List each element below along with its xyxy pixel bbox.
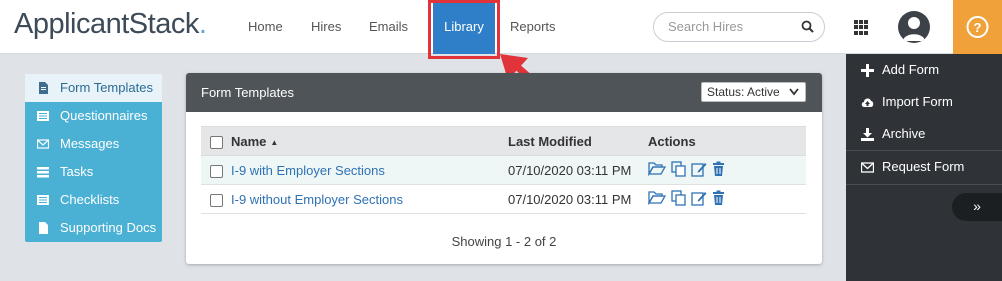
tasks-icon [37,167,49,178]
plus-icon [861,64,874,77]
trash-icon[interactable] [712,161,725,179]
select-all-checkbox[interactable] [209,135,223,149]
chevron-down-icon [789,88,799,96]
search-icon[interactable] [801,20,814,36]
trash-icon[interactable] [712,190,725,208]
archive-button[interactable]: Archive [846,118,1002,150]
template-link[interactable]: I-9 without Employer Sections [231,192,403,207]
nav-home[interactable]: Home [248,0,283,54]
import-form-button[interactable]: Import Form [846,86,1002,118]
pagination-summary: Showing 1 - 2 of 2 [451,234,557,249]
panel-header: Form Templates Status: Active [186,73,822,112]
app-logo[interactable]: ApplicantStack. [14,8,207,41]
sidebar-item-label: Supporting Docs [60,220,157,235]
sidebar-item-supporting-docs[interactable]: Supporting Docs [25,214,162,242]
sidebar-item-label: Questionnaires [60,108,148,123]
checklist-icon [37,195,49,205]
nav-emails[interactable]: Emails [369,0,408,54]
search-box [653,12,825,42]
row-actions [647,184,806,214]
library-sidebar: Form Templates Questionnaires Messages T… [25,74,162,242]
table-row: I-9 without Employer Sections 07/10/2020… [201,184,806,214]
sidebar-item-label: Form Templates [60,80,153,95]
open-folder-icon[interactable] [647,161,667,179]
templates-table: Name ▲ Last Modified Actions I-9 with Emp… [201,126,806,214]
edit-icon[interactable] [691,161,707,180]
search-input[interactable] [668,19,798,34]
column-header-modified[interactable]: Last Modified [508,126,648,156]
modified-date: 07/10/2020 03:11 PM [508,184,648,214]
select-all-cell [201,126,231,156]
user-avatar[interactable] [898,11,930,43]
status-filter-value: Status: Active [707,85,780,99]
envelope-icon [37,139,49,149]
row-actions [647,155,806,185]
nav-reports[interactable]: Reports [510,0,556,54]
actions-sidebar: Add Form Import Form Archive Request For… [846,54,1002,281]
sort-asc-icon: ▲ [270,137,279,147]
document-icon [39,82,48,94]
request-form-button[interactable]: Request Form [846,151,1002,183]
add-form-button[interactable]: Add Form [846,54,1002,86]
file-icon [39,222,48,234]
download-icon [861,128,874,141]
top-header: ApplicantStack. Home Hires Emails Librar… [0,0,1002,54]
sidebar-item-label: Messages [60,136,120,151]
sidebar-item-questionnaires[interactable]: Questionnaires [25,102,162,130]
sidebar-item-tasks[interactable]: Tasks [25,158,162,186]
modified-date: 07/10/2020 03:11 PM [508,155,648,185]
copy-icon[interactable] [670,189,687,209]
column-header-name[interactable]: Name ▲ [231,126,508,156]
column-header-actions: Actions [648,126,806,156]
row-checkbox[interactable] [209,164,223,178]
nav-hires[interactable]: Hires [311,0,341,54]
sidebar-item-form-templates[interactable]: Form Templates [25,74,162,102]
envelope-icon [861,162,874,173]
divider [846,184,1002,185]
form-templates-panel: Form Templates Status: Active Name ▲ Last… [186,73,822,264]
template-link[interactable]: I-9 with Employer Sections [231,163,385,178]
sidebar-item-label: Tasks [60,164,94,179]
apps-grid-icon[interactable] [854,20,869,35]
sidebar-item-label: Checklists [60,192,120,207]
open-folder-icon[interactable] [647,190,667,208]
panel-title: Form Templates [201,85,294,100]
highlight-box [428,0,500,59]
help-label: ? [974,20,982,35]
copy-icon[interactable] [670,160,687,180]
sidebar-item-checklists[interactable]: Checklists [25,186,162,214]
collapse-sidebar-button[interactable]: » [952,193,1002,221]
table-row: I-9 with Employer Sections 07/10/2020 03… [201,155,806,185]
status-filter-select[interactable]: Status: Active [701,82,806,102]
row-checkbox[interactable] [209,193,223,207]
cloud-upload-icon [861,98,874,107]
list-icon [37,111,49,121]
table-header-row: Name ▲ Last Modified Actions [201,126,806,156]
sidebar-item-messages[interactable]: Messages [25,130,162,158]
help-button[interactable]: ? [953,0,1002,54]
edit-icon[interactable] [691,190,707,209]
